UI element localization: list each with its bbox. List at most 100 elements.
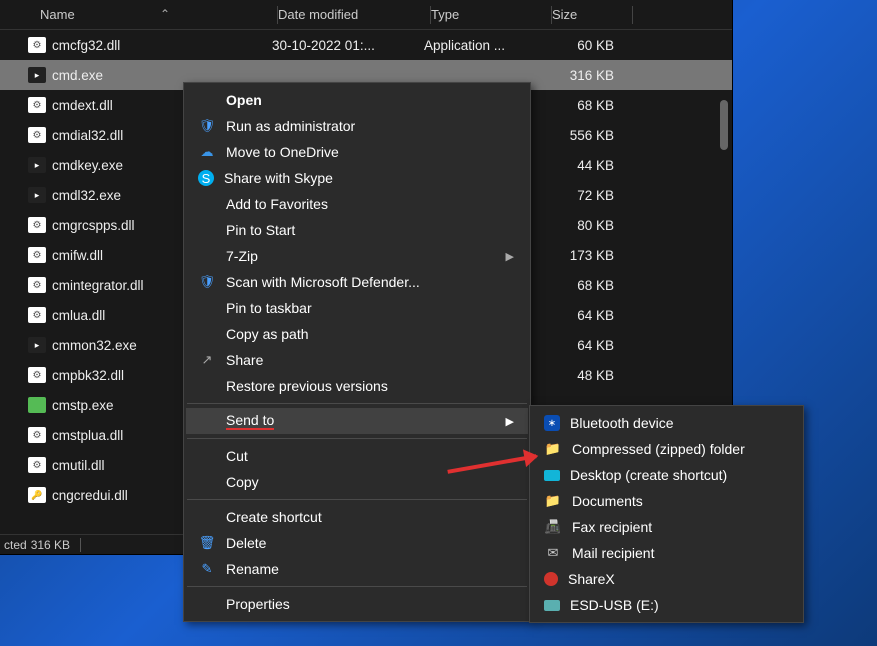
menu-label: Run as administrator (226, 118, 355, 134)
file-icon (28, 37, 46, 53)
menu-item[interactable]: Pin to Start (186, 217, 528, 243)
menu-item[interactable]: Open (186, 87, 528, 113)
menu-label: Copy (226, 474, 259, 490)
sharex-icon (544, 572, 558, 586)
status-selected: cted (4, 538, 27, 552)
file-icon (28, 307, 46, 323)
context-menu: Open🛡Run as administrator☁Move to OneDri… (183, 82, 531, 622)
file-size: 68 KB (544, 278, 620, 293)
file-size: 48 KB (544, 368, 620, 383)
column-header-type[interactable]: Type (431, 7, 551, 22)
file-name: cmmon32.exe (52, 338, 137, 353)
menu-label: Scan with Microsoft Defender... (226, 274, 420, 290)
menu-label: Share (226, 352, 263, 368)
file-icon (28, 247, 46, 263)
file-name: cmstp.exe (52, 398, 114, 413)
file-size: 60 KB (544, 38, 620, 53)
menu-separator (187, 438, 527, 439)
submenu-indicator-icon: ▶ (506, 250, 514, 263)
menu-item[interactable]: S Share with Skype (186, 165, 528, 191)
file-icon (28, 157, 46, 173)
status-size: 316 KB (31, 538, 70, 552)
scrollbar-thumb[interactable] (720, 100, 728, 150)
menu-separator (187, 403, 527, 404)
menu-item[interactable]: Properties (186, 591, 528, 617)
send-to-submenu: ∗ Bluetooth device 📁Compressed (zipped) fo… (529, 405, 804, 623)
file-name: cmifw.dll (52, 248, 103, 263)
menu-item[interactable]: 🛡Run as administrator (186, 113, 528, 139)
submenu-label: Desktop (create shortcut) (570, 467, 727, 483)
skype-icon: S (198, 170, 214, 186)
menu-item[interactable]: ↗ Share (186, 347, 528, 373)
submenu-item[interactable]: ∗ Bluetooth device (532, 410, 801, 436)
fax-icon: 📠 (544, 518, 562, 536)
file-icon (28, 217, 46, 233)
submenu-label: ESD-USB (E:) (570, 597, 659, 613)
file-date: 30-10-2022 01:... (272, 38, 424, 53)
submenu-item[interactable]: Desktop (create shortcut) (532, 462, 801, 488)
columns-header: Name Date modified Type Size (0, 0, 732, 30)
menu-label: Share with Skype (224, 170, 333, 186)
file-size: 64 KB (544, 338, 620, 353)
menu-label: Pin to taskbar (226, 300, 312, 316)
file-size: 80 KB (544, 218, 620, 233)
menu-label: 7-Zip (226, 248, 258, 264)
file-icon (28, 367, 46, 383)
menu-label: Rename (226, 561, 279, 577)
file-name: cmutil.dll (52, 458, 105, 473)
doc-icon: 📁 (544, 492, 562, 510)
file-icon (28, 127, 46, 143)
submenu-item[interactable]: 📁Compressed (zipped) folder (532, 436, 801, 462)
menu-item[interactable]: Copy as path (186, 321, 528, 347)
column-header-name[interactable]: Name (0, 7, 277, 22)
submenu-item[interactable]: ShareX (532, 566, 801, 592)
menu-label: Pin to Start (226, 222, 295, 238)
menu-label: Restore previous versions (226, 378, 388, 394)
file-icon (28, 457, 46, 473)
usb-icon (544, 600, 560, 611)
menu-item[interactable]: Send to▶ (186, 408, 528, 434)
msdefend-icon: 🛡 (198, 273, 216, 291)
menu-item[interactable]: 7-Zip ▶ (186, 243, 528, 269)
submenu-item[interactable]: 📁Documents (532, 488, 801, 514)
submenu-label: Mail recipient (572, 545, 654, 561)
menu-item[interactable]: Copy (186, 469, 528, 495)
file-icon (28, 397, 46, 413)
file-icon (28, 337, 46, 353)
file-name: cmstplua.dll (52, 428, 123, 443)
submenu-label: Bluetooth device (570, 415, 674, 431)
file-name: cmd.exe (52, 68, 103, 83)
menu-item[interactable]: ✎ Rename (186, 556, 528, 582)
menu-separator (187, 586, 527, 587)
file-row[interactable]: cmcfg32.dll30-10-2022 01:...Application … (0, 30, 732, 60)
menu-label: Delete (226, 535, 266, 551)
menu-item[interactable]: Create shortcut (186, 504, 528, 530)
menu-item[interactable]: ☁Move to OneDrive (186, 139, 528, 165)
file-icon (28, 97, 46, 113)
column-header-size[interactable]: Size (552, 7, 632, 22)
desk-icon (544, 470, 560, 481)
file-icon (28, 427, 46, 443)
share-icon: ↗ (198, 351, 216, 369)
file-name: cmdial32.dll (52, 128, 123, 143)
submenu-indicator-icon: ▶ (506, 415, 514, 428)
file-icon (28, 67, 46, 83)
file-size: 556 KB (544, 128, 620, 143)
submenu-item[interactable]: ✉Mail recipient (532, 540, 801, 566)
file-icon (28, 187, 46, 203)
menu-item[interactable]: 🗑 Delete (186, 530, 528, 556)
menu-item[interactable]: Pin to taskbar (186, 295, 528, 321)
bt-icon: ∗ (544, 415, 560, 431)
file-name: cmgrcspps.dll (52, 218, 135, 233)
file-size: 72 KB (544, 188, 620, 203)
column-header-date[interactable]: Date modified (278, 7, 430, 22)
menu-item[interactable]: Restore previous versions (186, 373, 528, 399)
rename-icon: ✎ (198, 560, 216, 578)
submenu-item[interactable]: 📠 Fax recipient (532, 514, 801, 540)
submenu-label: Fax recipient (572, 519, 652, 535)
trash-icon: 🗑 (198, 534, 216, 552)
file-name: cngcredui.dll (52, 488, 128, 503)
submenu-item[interactable]: ESD-USB (E:) (532, 592, 801, 618)
menu-item[interactable]: Add to Favorites (186, 191, 528, 217)
menu-item[interactable]: 🛡 Scan with Microsoft Defender... (186, 269, 528, 295)
